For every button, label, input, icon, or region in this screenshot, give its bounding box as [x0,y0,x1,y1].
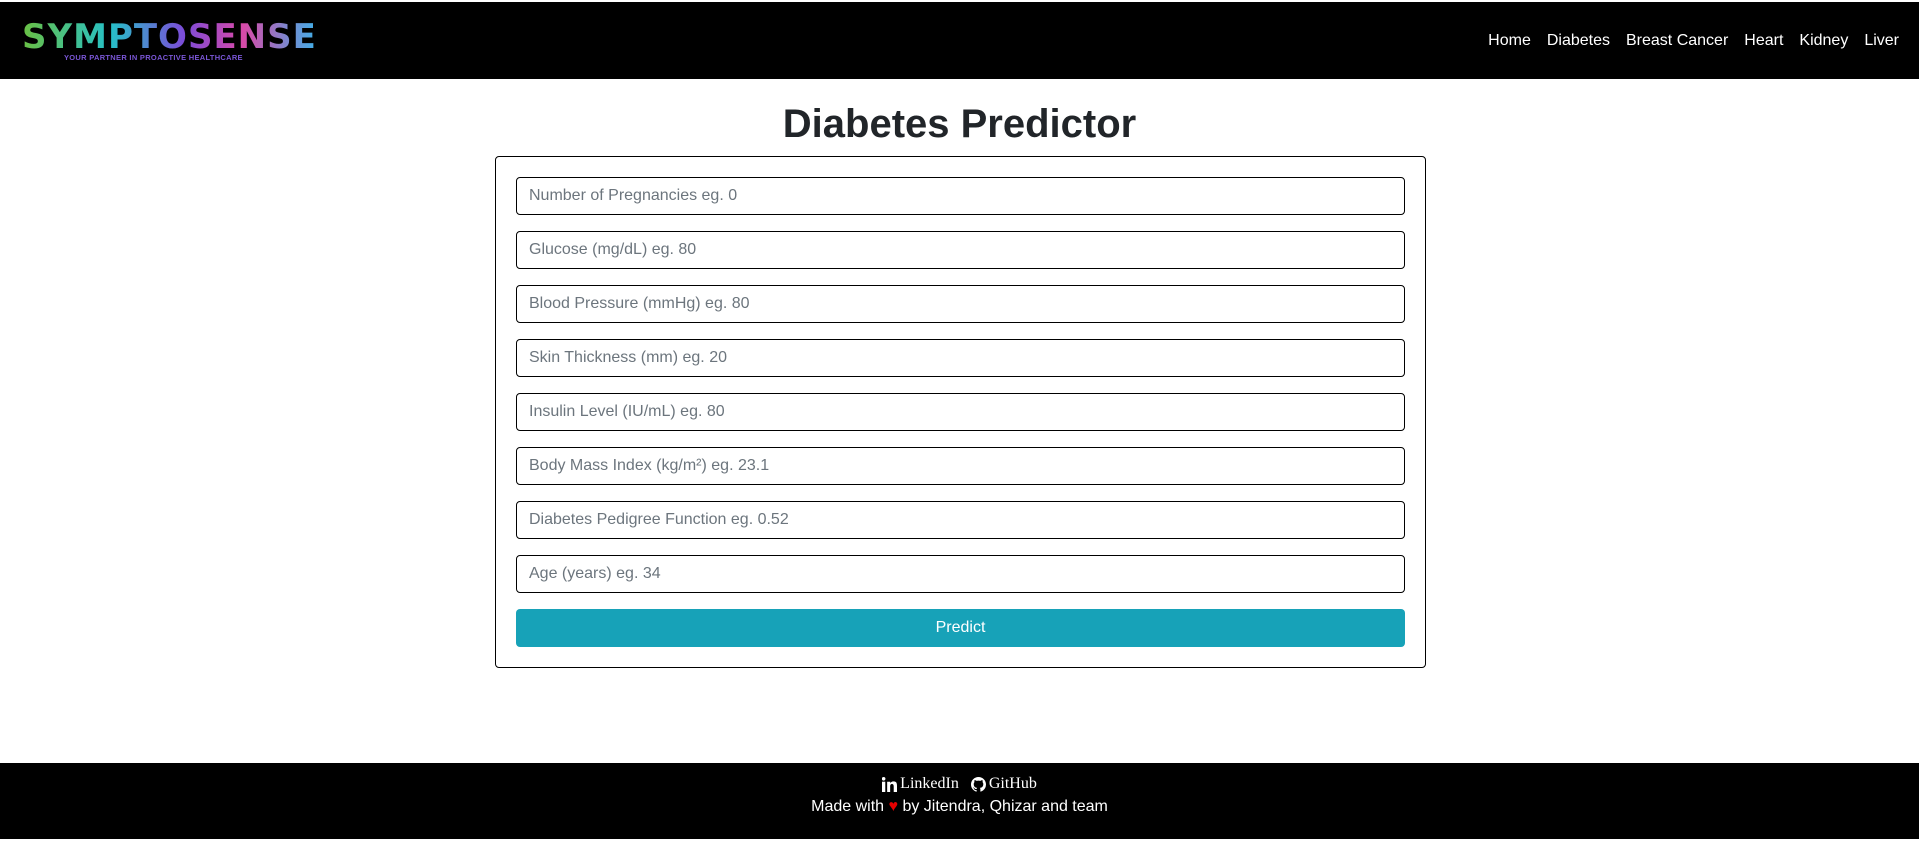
glucose-input[interactable] [516,231,1405,269]
brand-tagline: YOUR PARTNER IN PROACTIVE HEALTHCARE [64,52,243,62]
brand-name: SYMPTOSENSE [22,16,317,57]
page-title: Diabetes Predictor [782,102,1137,146]
predict-button[interactable]: Predict [516,609,1405,647]
nav-item-liver[interactable]: Liver [1856,32,1899,50]
insulin-input[interactable] [516,393,1405,431]
github-label: GitHub [988,775,1037,792]
nav-item-breast-cancer[interactable]: Breast Cancer [1618,32,1736,50]
bmi-input[interactable] [516,447,1405,485]
footer-links: LinkedIn GitHub [0,775,1919,793]
linkedin-label: LinkedIn [900,775,959,792]
predictor-form: Predict [495,156,1426,668]
blood-pressure-input[interactable] [516,285,1405,323]
heart-icon: ♥ [888,798,898,815]
pedigree-function-input[interactable] [516,501,1405,539]
nav-item-kidney[interactable]: Kidney [1791,32,1856,50]
nav-item-heart[interactable]: Heart [1736,32,1791,50]
navbar: SYMPTOSENSE YOUR PARTNER IN PROACTIVE HE… [0,2,1919,79]
nav-links: Home Diabetes Breast Cancer Heart Kidney… [1480,32,1899,50]
brand-logo[interactable]: SYMPTOSENSE YOUR PARTNER IN PROACTIVE HE… [22,20,317,62]
nav-item-home[interactable]: Home [1480,32,1539,50]
github-icon [970,776,986,792]
made-with-credit: Made with ♥ by Jitendra, Qhizar and team [0,798,1919,816]
pregnancies-input[interactable] [516,177,1405,215]
skin-thickness-input[interactable] [516,339,1405,377]
linkedin-link[interactable]: LinkedIn [882,775,959,793]
github-link[interactable]: GitHub [970,775,1037,793]
linkedin-icon [882,776,898,792]
made-prefix: Made with [811,798,885,815]
made-suffix: by Jitendra, Qhizar and team [902,798,1108,815]
nav-item-diabetes[interactable]: Diabetes [1539,32,1618,50]
main-content: Diabetes Predictor Predict [0,101,1919,668]
age-input[interactable] [516,555,1405,593]
footer: LinkedIn GitHub Made with ♥ by Jitendra,… [0,763,1919,839]
